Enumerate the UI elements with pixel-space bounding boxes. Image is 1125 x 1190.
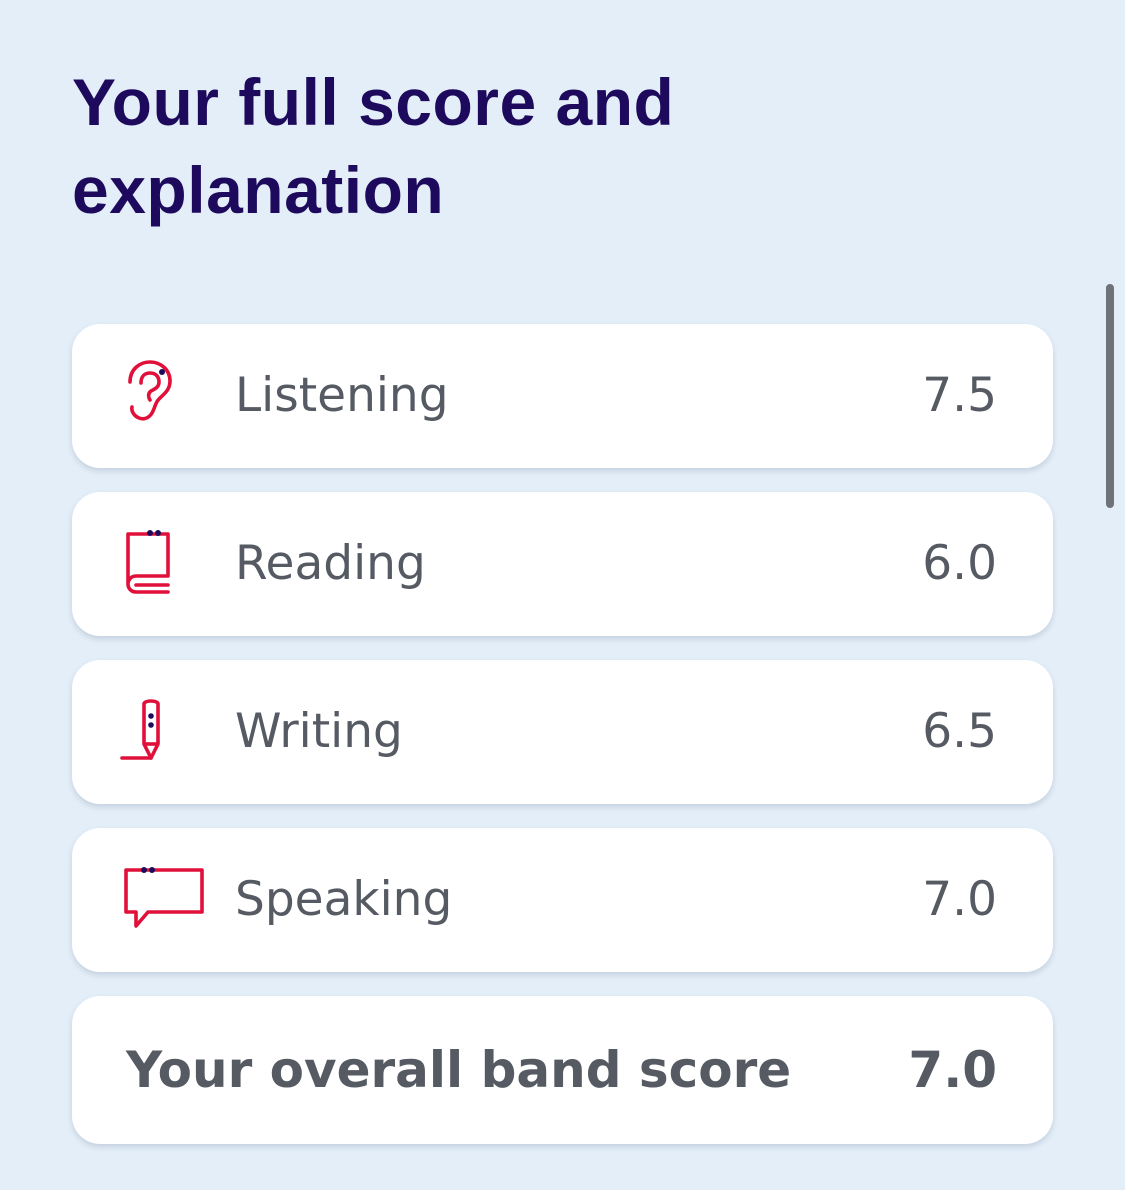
score-value: 6.0: [922, 536, 997, 591]
score-label: Reading: [235, 536, 426, 591]
score-value: 7.0: [922, 872, 997, 927]
page-title: Your full score and explanation: [72, 65, 675, 227]
score-label: Listening: [235, 368, 449, 423]
score-label: Speaking: [235, 872, 453, 927]
score-card-reading[interactable]: Reading 6.0: [72, 492, 1053, 636]
overall-score-value: 7.0: [908, 1041, 997, 1099]
score-label: Writing: [235, 704, 403, 759]
scrollbar[interactable]: [1106, 284, 1114, 508]
score-value: 6.5: [922, 704, 997, 759]
score-card-writing[interactable]: Writing 6.5: [72, 660, 1053, 804]
speech-bubble-icon: [122, 866, 206, 934]
ear-icon: [122, 360, 206, 430]
overall-score-label: Your overall band score: [126, 1041, 792, 1099]
overall-score-card: Your overall band score 7.0: [72, 996, 1053, 1144]
score-card-speaking[interactable]: Speaking 7.0: [72, 828, 1053, 972]
book-icon: [122, 530, 206, 598]
pencil-icon: [120, 698, 206, 766]
score-card-listening[interactable]: Listening 7.5: [72, 324, 1053, 468]
score-value: 7.5: [922, 368, 997, 423]
